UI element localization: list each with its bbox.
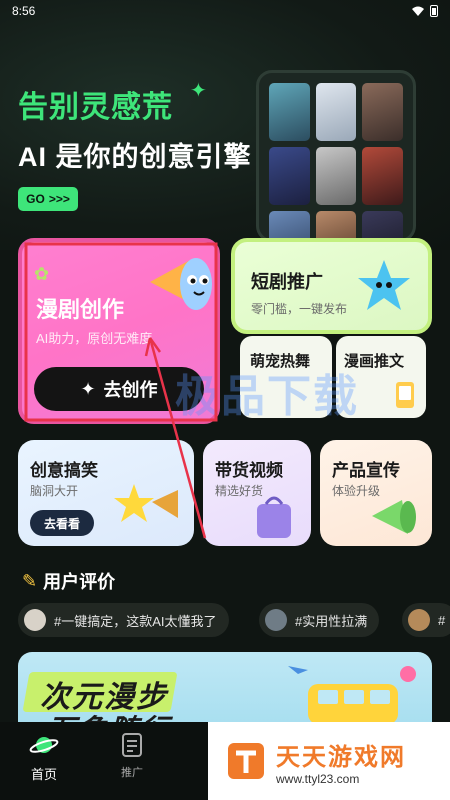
short-drama-subtitle: 零门槛，一键发布 <box>251 302 348 316</box>
star-mascot-icon <box>358 260 410 310</box>
review-chip-text: # <box>438 612 446 628</box>
status-time: 8:56 <box>12 4 36 18</box>
anime-thumbnail <box>315 147 357 205</box>
sparkle-icon: ✦ <box>80 378 96 399</box>
planet-icon <box>29 737 59 753</box>
star-horn-mascot-icon <box>114 484 178 522</box>
manju-subtitle: AI助力，原创无难度 <box>36 331 153 346</box>
phone-preview-mockup <box>256 70 416 242</box>
sparkle-icon: ✦ <box>190 80 207 102</box>
status-bar: 8:56 <box>0 0 450 22</box>
go-create-label: 去创作 <box>103 380 158 400</box>
product-promo-card[interactable]: 产品宣传 体验升级 <box>320 440 432 546</box>
go-label: GO <box>26 192 45 206</box>
creative-funny-subtitle: 脑洞大开 <box>30 484 79 498</box>
user-reviews-heading: ✎ 用户评价 <box>22 568 115 594</box>
product-promo-title: 产品宣传 <box>332 461 400 480</box>
goods-video-card[interactable]: 带货视频 精选好货 <box>203 440 311 546</box>
user-reviews-title: 用户评价 <box>43 572 116 592</box>
center-watermark-text: 极品下载 <box>175 372 359 421</box>
shopping-bag-icon <box>257 496 291 538</box>
short-drama-card[interactable]: 短剧推广 零门槛，一键发布 <box>231 238 432 334</box>
manju-title: 漫剧创作 <box>36 297 125 322</box>
review-chip-text: #实用性拉满 <box>295 613 368 629</box>
megaphone-icon <box>150 258 212 310</box>
pencil-icon: ✎ <box>22 570 38 591</box>
clover-icon: ✿ <box>34 264 50 284</box>
creative-funny-card[interactable]: 创意搞笑 脑洞大开 去看看 <box>18 440 194 546</box>
avatar <box>408 609 430 631</box>
wifi-icon <box>412 6 424 16</box>
go-arrows: >>> <box>48 192 70 206</box>
watermark-url: www.ttyl23.com <box>276 771 360 786</box>
watermark-logo-icon <box>228 743 264 779</box>
banner-line-2: 万象随行 <box>48 708 172 722</box>
goods-video-title: 带货视频 <box>215 461 283 480</box>
short-drama-title: 短剧推广 <box>251 272 323 292</box>
review-chip[interactable]: #实用性拉满 <box>259 603 380 637</box>
nav-home[interactable]: 首页 <box>14 732 74 783</box>
anime-thumbnail <box>269 147 310 205</box>
anime-thumbnail <box>362 83 403 141</box>
hero-subtitle: AI 是你的创意引擎 <box>18 142 252 172</box>
status-icons <box>412 5 438 17</box>
nav-promote[interactable]: 推广 <box>102 732 162 780</box>
nav-home-label: 首页 <box>30 767 57 782</box>
go-button[interactable]: GO >>> <box>18 187 78 211</box>
battery-icon <box>430 5 438 17</box>
hero-title: 告别灵感荒 <box>18 91 173 124</box>
review-chip[interactable]: # <box>402 603 450 637</box>
avatar <box>265 609 287 631</box>
promo-banner[interactable]: 次元漫步 万象随行 <box>18 652 432 722</box>
anime-thumbnail <box>269 83 310 141</box>
site-watermark: 天天游戏网 www.ttyl23.com <box>208 722 450 800</box>
document-icon <box>122 733 142 757</box>
watermark-title: 天天游戏网 <box>276 743 406 771</box>
comic-phone-icon <box>396 382 414 408</box>
anime-thumbnail <box>362 147 403 205</box>
go-look-button[interactable]: 去看看 <box>30 510 94 536</box>
review-chip-text: #一键搞定，这款AI太懂我了 <box>54 613 217 629</box>
bus-illustration-icon <box>288 666 416 722</box>
green-megaphone-icon <box>372 500 416 534</box>
review-chip[interactable]: #一键搞定，这款AI太懂我了 <box>18 603 229 637</box>
avatar <box>24 609 46 631</box>
creative-funny-title: 创意搞笑 <box>30 461 98 480</box>
nav-promote-label: 推广 <box>121 767 143 779</box>
anime-thumbnail <box>315 83 357 141</box>
